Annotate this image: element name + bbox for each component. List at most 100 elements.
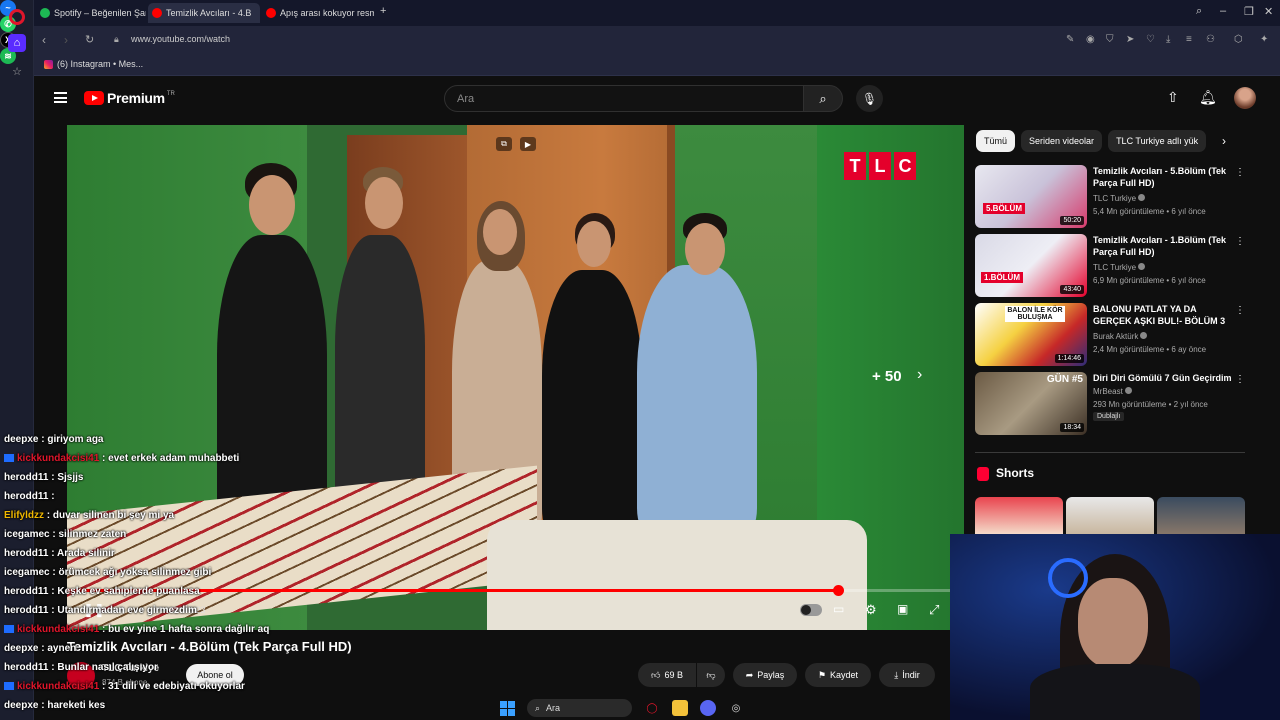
more-options-icon[interactable]: ⋮ (1235, 167, 1245, 178)
bookmark-instagram[interactable]: (6) Instagram • Mes... (44, 59, 143, 69)
more-options-icon[interactable]: ⋮ (1235, 305, 1245, 316)
lock-icon: 🔒︎ (114, 34, 119, 44)
settings-gear-icon[interactable]: ⚙ (865, 602, 877, 618)
recommendation-item[interactable]: GÜN #5 18:34 Diri Diri Gömülü 7 Gün Geçi… (975, 372, 1245, 436)
forward-icon[interactable]: › (64, 33, 68, 47)
reload-icon[interactable]: ↻ (85, 33, 94, 46)
recommendation-title[interactable]: Temizlik Avcıları - 1.Bölüm (Tek Parça F… (1093, 234, 1233, 258)
person (637, 265, 757, 535)
search-tabs-icon[interactable]: ⌕ (1196, 5, 1202, 18)
profile-icon[interactable]: ⚇ (1206, 34, 1215, 45)
search-icon[interactable]: ⌕ (803, 85, 843, 112)
more-options-icon[interactable]: ⋮ (1235, 374, 1245, 385)
windows-taskbar: ⌕ Ara ◯ ◎ (500, 697, 744, 719)
tab-youtube-active[interactable]: Temizlik Avcıları - 4.B (148, 3, 260, 23)
fullscreen-icon[interactable]: ⤢ (929, 602, 939, 618)
recommendation-title[interactable]: BALONU PATLAT YA DA GERÇEK AŞKI BUL!- BÖ… (1093, 303, 1233, 327)
chip-all[interactable]: Tümü (976, 130, 1016, 152)
recommendation-item[interactable]: BALON İLE KÖR BULUŞMA 1:14:46 BALONU PAT… (975, 303, 1245, 367)
chevron-right-icon[interactable]: › (917, 366, 922, 384)
recommendation-channel[interactable]: MrBeast (1093, 387, 1132, 396)
chat-username: kickkundakcisi41 (17, 453, 100, 464)
search-input[interactable]: Ara (444, 85, 804, 112)
chevron-right-icon[interactable]: › (1222, 134, 1226, 148)
captions-icon[interactable]: ▭ (833, 602, 844, 616)
short-thumbnail[interactable] (975, 497, 1063, 537)
windows-start-icon[interactable] (500, 700, 515, 716)
upload-icon[interactable]: ⇧ (1167, 89, 1179, 106)
camera-icon[interactable]: ◉ (1086, 34, 1095, 45)
hamburger-menu-icon[interactable] (54, 92, 67, 103)
more-options-icon[interactable]: ⋮ (1235, 236, 1245, 247)
video-player[interactable]: ⧉ ▶︎ T L C + 50 › ❚❚ 🔊︎ 39:33 / 45:23 ▭ … (67, 125, 964, 630)
dislike-button[interactable]: 👎︎ (697, 663, 725, 687)
aria-icon[interactable]: ✦ (1260, 34, 1268, 45)
star-icon[interactable]: ☆ (8, 62, 26, 80)
shield-icon[interactable]: ⛉ (1106, 34, 1114, 45)
back-icon[interactable]: ‹ (42, 33, 46, 47)
opera-logo-icon[interactable] (9, 9, 25, 25)
chat-username: herodd11 (4, 605, 49, 616)
short-thumbnail[interactable] (1066, 497, 1154, 537)
autoplay-toggle[interactable] (800, 604, 822, 616)
chat-text: : bu ev yine 1 hafta sonra dağılır aq (99, 624, 270, 635)
heart-icon[interactable]: ♡ (1146, 34, 1155, 45)
avatar[interactable] (1234, 87, 1256, 109)
skip-forward-label[interactable]: + 50 (872, 368, 902, 385)
maximize-icon[interactable]: ❐ (1244, 5, 1254, 18)
theater-mode-icon[interactable]: ▣ (897, 602, 908, 616)
duration-badge: 50:20 (1060, 216, 1084, 225)
chat-username: deepxe (4, 700, 39, 711)
recommendation-channel[interactable]: Burak Aktürk (1093, 332, 1148, 341)
chat-text: : 31 dili ve edebiyatı okuyorlar (99, 681, 245, 692)
recommendation-item[interactable]: 5.BÖLÜM 50:20 Temizlik Avcıları - 5.Bölü… (975, 165, 1245, 229)
progress-bar[interactable] (67, 585, 964, 596)
chat-text: : hareketi kes (38, 700, 106, 711)
video-thumbnail[interactable]: 1.BÖLÜM 43:40 (975, 234, 1087, 297)
chat-message: deepxe : hareketi kes (4, 700, 105, 711)
opera-icon[interactable]: ◯ (644, 700, 660, 716)
tab-bar: Spotify – Beğenilen Şarkıla Temizlik Avc… (34, 0, 1280, 26)
microphone-icon[interactable]: 🎙︎ (856, 85, 883, 112)
download-icon[interactable]: ⤓ (1166, 34, 1170, 45)
discord-icon[interactable] (700, 700, 716, 716)
recommendation-title[interactable]: Diri Diri Gömülü 7 Gün Geçirdim (1093, 372, 1239, 384)
send-icon[interactable]: ➤ (1126, 34, 1134, 45)
video-thumbnail[interactable]: 5.BÖLÜM 50:20 (975, 165, 1087, 228)
obs-icon[interactable]: ◎ (728, 700, 744, 716)
miniplayer-icon[interactable]: ⧉ (496, 137, 512, 151)
chat-text: : duvar silinen bi şey mi ya (44, 510, 175, 521)
video-thumbnail[interactable]: BALON İLE KÖR BULUŞMA 1:14:46 (975, 303, 1087, 366)
recommendation-channel[interactable]: TLC Turkiye (1093, 194, 1146, 203)
recommendation-meta: 293 Mn görüntüleme • 2 yıl önce (1093, 400, 1208, 409)
bookmark-label: (6) Instagram • Mes... (57, 59, 144, 69)
recommendation-title[interactable]: Temizlik Avcıları - 5.Bölüm (Tek Parça F… (1093, 165, 1233, 189)
save-button[interactable]: ⚑ Kaydet (805, 663, 871, 687)
youtube-premium-logo[interactable]: Premium TR (84, 90, 175, 106)
cast-icon[interactable]: ▶︎ (520, 137, 536, 151)
tab-spotify[interactable]: Spotify – Beğenilen Şarkıla (36, 3, 146, 23)
share-button[interactable]: ➦ Paylaş (733, 663, 797, 687)
video-thumbnail[interactable]: GÜN #5 18:34 (975, 372, 1087, 435)
extension-icon[interactable]: ⬡ (1234, 34, 1243, 45)
chip-series[interactable]: Seriden videolar (1021, 130, 1103, 152)
taskbar-search[interactable]: ⌕ Ara (527, 699, 632, 717)
tab-youtube-2[interactable]: Apış arası kokuyor resmen (262, 3, 374, 23)
minimize-icon[interactable]: – (1220, 5, 1226, 17)
home-icon[interactable]: ⌂ (8, 34, 26, 52)
edit-icon[interactable]: ✎ (1066, 34, 1074, 45)
bell-icon[interactable]: 🔔︎ (1199, 89, 1217, 106)
chip-channel[interactable]: TLC Turkiye adlı yük (1108, 130, 1207, 152)
menu-icon[interactable]: ≡ (1186, 34, 1192, 45)
chat-message: herodd11 : Keşke ev sahiplerde puanlasa (4, 586, 200, 597)
recommendation-channel[interactable]: TLC Turkiye (1093, 263, 1146, 272)
download-button[interactable]: ⤓ İndir (879, 663, 935, 687)
like-button[interactable]: 👍︎ 69 B (638, 663, 696, 687)
file-explorer-icon[interactable] (672, 700, 688, 716)
close-icon[interactable]: ✕ (1264, 5, 1273, 18)
new-tab-icon[interactable]: + (380, 5, 386, 17)
dubbed-badge: Dublajlı (1093, 412, 1125, 421)
short-thumbnail[interactable] (1157, 497, 1245, 537)
url-field[interactable]: www.youtube.com/watch (131, 34, 230, 44)
recommendation-item[interactable]: 1.BÖLÜM 43:40 Temizlik Avcıları - 1.Bölü… (975, 234, 1245, 298)
